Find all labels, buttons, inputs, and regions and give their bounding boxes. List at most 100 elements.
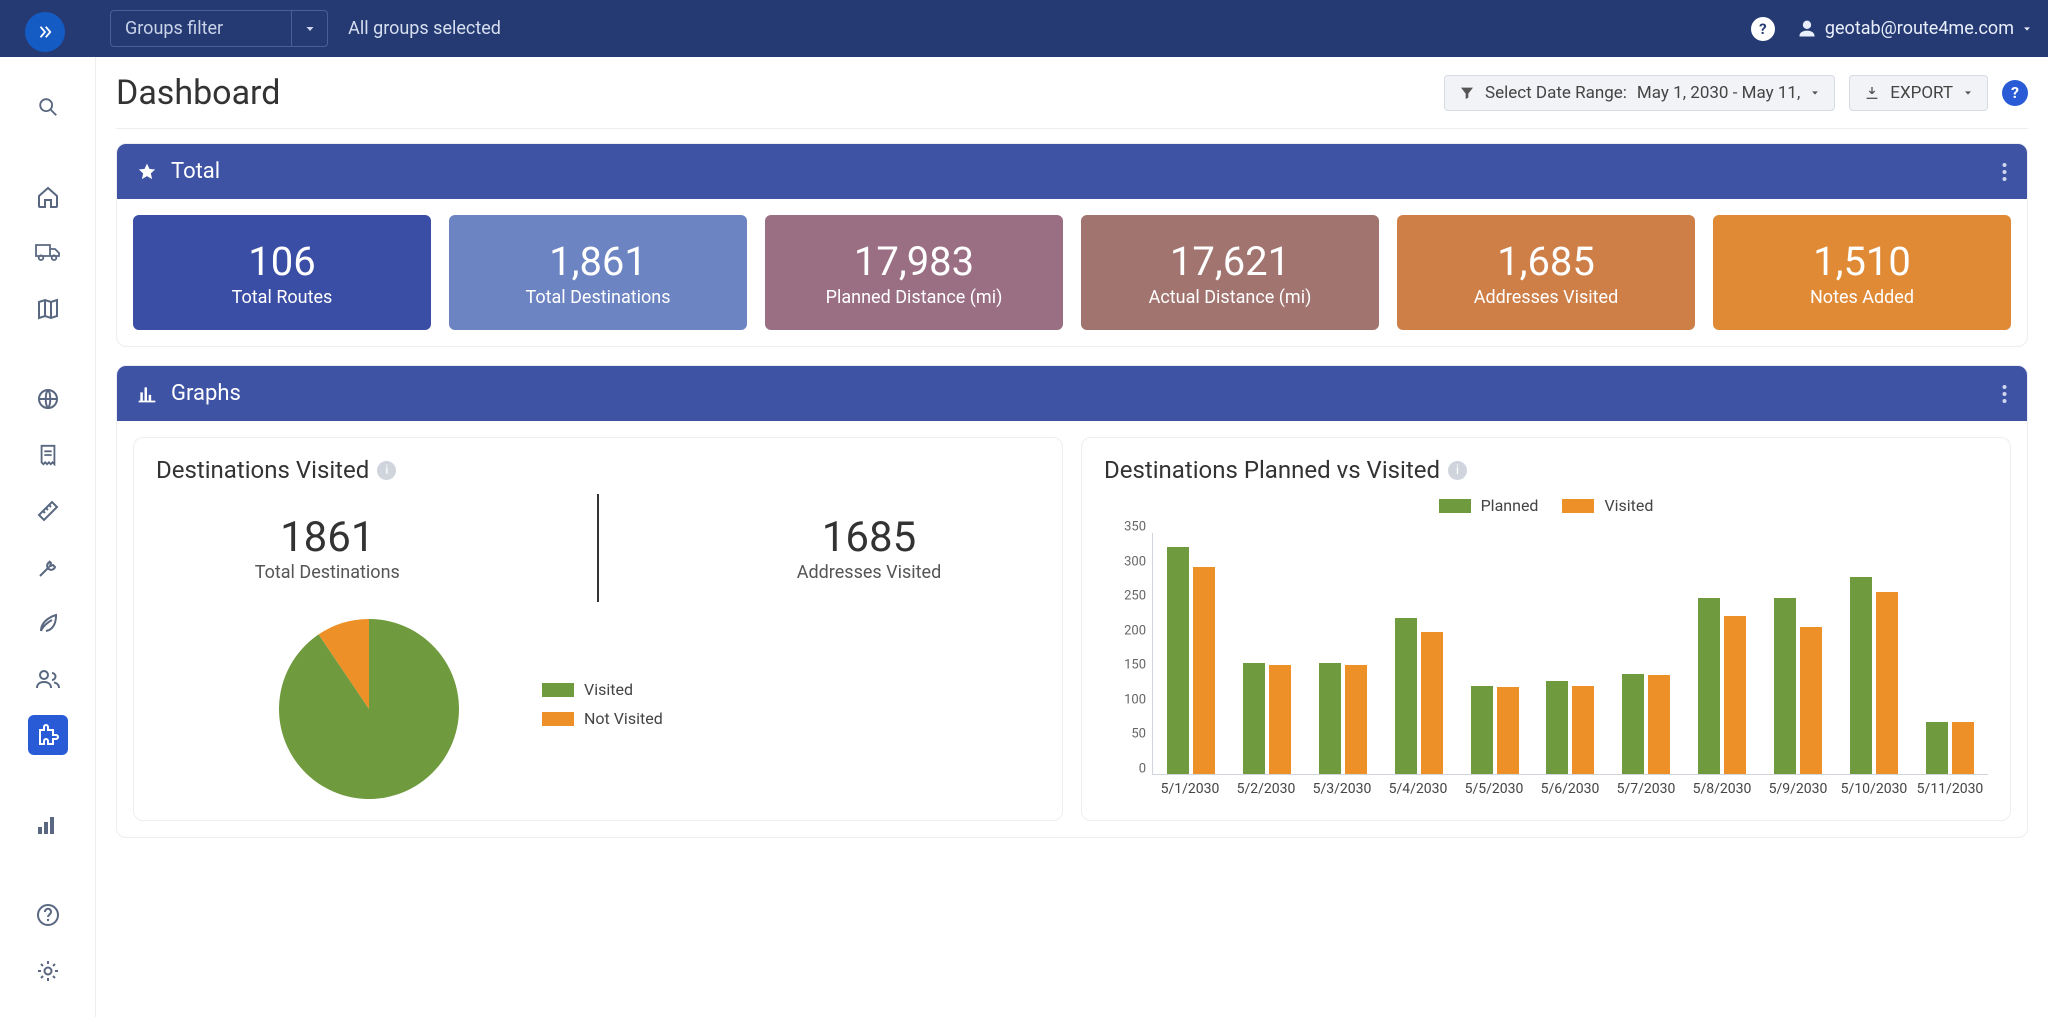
stat-value: 1,510	[1813, 238, 1911, 285]
donut-title: Destinations Visited	[156, 456, 369, 484]
page-header: Dashboard Select Date Range: May 1, 2030…	[116, 57, 2028, 129]
help-button[interactable]: ?	[1751, 17, 1775, 41]
bar-legend: Planned Visited	[1104, 496, 1988, 525]
bar-group	[1912, 533, 1988, 774]
bar	[1850, 577, 1872, 774]
bar	[1471, 686, 1493, 775]
sidebar-item-ruler[interactable]	[28, 491, 68, 531]
stat-value: 17,621	[1170, 238, 1290, 285]
total-panel-title: Total	[171, 159, 220, 184]
sidebar-item-users[interactable]	[28, 659, 68, 699]
stat-label: Notes Added	[1810, 287, 1914, 308]
sidebar	[0, 57, 96, 1017]
bar	[1243, 663, 1265, 774]
x-axis-label: 5/2/2030	[1228, 781, 1304, 797]
sidebar-expand-toggle[interactable]	[25, 12, 65, 52]
bar	[1648, 675, 1670, 774]
stat-tile[interactable]: 1,685Addresses Visited	[1397, 215, 1695, 330]
stat-row: 106Total Routes1,861Total Destinations17…	[133, 215, 2011, 330]
stat-tile[interactable]: 106Total Routes	[133, 215, 431, 330]
bar	[1395, 618, 1417, 774]
sidebar-item-wrench[interactable]	[28, 547, 68, 587]
bar	[1800, 627, 1822, 774]
sidebar-item-home[interactable]	[28, 177, 68, 217]
date-range-value: May 1, 2030 - May 11,	[1637, 83, 1800, 103]
bar-title: Destinations Planned vs Visited	[1104, 456, 1440, 484]
user-menu[interactable]: geotab@route4me.com	[1797, 18, 2032, 39]
sidebar-item-eco[interactable]	[28, 603, 68, 643]
groups-filter[interactable]: Groups filter	[110, 10, 328, 47]
bar	[1269, 665, 1291, 774]
bar	[1421, 632, 1443, 774]
bar-group	[1457, 533, 1533, 774]
bar	[1572, 686, 1594, 775]
page-help-button[interactable]: ?	[2002, 80, 2028, 106]
sidebar-item-signal[interactable]	[28, 805, 68, 845]
donut-title-row: Destinations Visited i	[156, 456, 1040, 484]
bar	[1622, 674, 1644, 774]
x-axis-label: 5/11/2030	[1912, 781, 1988, 797]
sidebar-item-globe[interactable]	[28, 379, 68, 419]
groups-filter-caret[interactable]	[291, 11, 327, 46]
search-button[interactable]	[28, 87, 68, 127]
user-icon	[1797, 19, 1817, 39]
stat-value: 1,861	[549, 238, 647, 285]
bar	[1698, 598, 1720, 774]
sidebar-settings[interactable]	[28, 951, 68, 991]
download-icon	[1864, 85, 1880, 101]
bar-group	[1836, 533, 1912, 774]
addresses-visited-block: 1685 Addresses Visited	[797, 513, 942, 583]
bar	[1774, 598, 1796, 774]
bar-group	[1305, 533, 1381, 774]
sidebar-help[interactable]	[28, 895, 68, 935]
bar	[1345, 665, 1367, 774]
sidebar-item-map[interactable]	[28, 289, 68, 329]
total-panel-menu[interactable]	[2002, 162, 2007, 182]
bar-group	[1533, 533, 1609, 774]
kebab-icon	[2002, 162, 2007, 182]
stat-tile[interactable]: 1,861Total Destinations	[449, 215, 747, 330]
stat-tile[interactable]: 1,510Notes Added	[1713, 215, 2011, 330]
date-range-picker[interactable]: Select Date Range: May 1, 2030 - May 11,	[1444, 75, 1835, 111]
export-button[interactable]: EXPORT	[1849, 75, 1988, 111]
chevron-double-right-icon	[36, 23, 54, 41]
sidebar-item-addins[interactable]	[28, 715, 68, 755]
sidebar-item-fleet[interactable]	[28, 233, 68, 273]
receipt-icon	[37, 443, 59, 467]
graphs-panel-menu[interactable]	[2002, 384, 2007, 404]
main: Dashboard Select Date Range: May 1, 2030…	[96, 57, 2048, 1017]
home-icon	[36, 185, 60, 209]
kebab-icon	[2002, 384, 2007, 404]
legend-not-visited: Not Visited	[542, 709, 663, 728]
map-icon	[36, 297, 60, 321]
stat-tile[interactable]: 17,983Planned Distance (mi)	[765, 215, 1063, 330]
stat-value: 1,685	[1497, 238, 1595, 285]
stat-tile[interactable]: 17,621Actual Distance (mi)	[1081, 215, 1379, 330]
stat-label: Actual Distance (mi)	[1149, 287, 1312, 308]
info-icon[interactable]: i	[377, 461, 396, 480]
x-axis-label: 5/7/2030	[1608, 781, 1684, 797]
total-panel-head: Total	[117, 144, 2027, 199]
caret-down-icon	[1810, 88, 1820, 98]
bar	[1193, 567, 1215, 774]
groups-filter-label: Groups filter	[111, 11, 291, 46]
filter-icon	[1459, 85, 1475, 101]
bar	[1724, 616, 1746, 774]
bar	[1546, 681, 1568, 774]
bar-group	[1229, 533, 1305, 774]
sidebar-item-receipt[interactable]	[28, 435, 68, 475]
leaf-icon	[36, 611, 60, 635]
bar	[1876, 592, 1898, 774]
stat-value: 17,983	[854, 238, 974, 285]
caret-down-icon	[1963, 88, 1973, 98]
bar-title-row: Destinations Planned vs Visited i	[1104, 456, 1988, 484]
info-icon[interactable]: i	[1448, 461, 1467, 480]
graphs-panel: Graphs Destinations Visited i 1861 Total	[116, 365, 2028, 838]
date-range-label: Select Date Range:	[1485, 83, 1627, 103]
bar	[1319, 663, 1341, 774]
users-icon	[35, 667, 61, 691]
export-label: EXPORT	[1890, 83, 1953, 103]
total-destinations-block: 1861 Total Destinations	[255, 513, 400, 583]
x-axis-label: 5/8/2030	[1684, 781, 1760, 797]
total-panel: Total 106Total Routes1,861Total Destinat…	[116, 143, 2028, 347]
